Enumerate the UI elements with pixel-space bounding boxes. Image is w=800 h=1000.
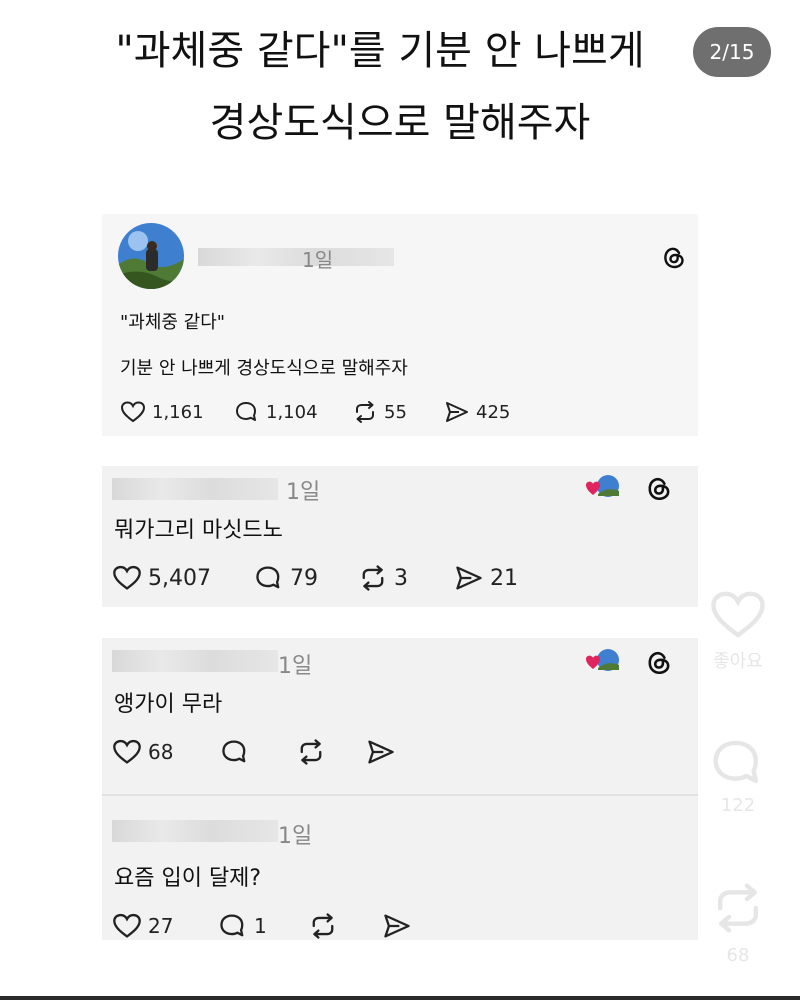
reply-card: 1일 앵가이 무라 68 1일 요즘 입이 달제? 27 1 xyxy=(102,638,698,940)
repost-button[interactable]: 3 xyxy=(358,564,408,592)
comment-icon xyxy=(256,566,280,589)
reply-text: 앵가이 무라 xyxy=(114,692,223,717)
heart-icon xyxy=(711,591,765,638)
reply-text: 뭐가그리 마싯드노 xyxy=(114,518,283,543)
repost-icon xyxy=(717,883,759,933)
repost-icon xyxy=(300,739,322,765)
reply-time: 1일 xyxy=(278,654,313,679)
like-count: 68 xyxy=(148,740,174,764)
side-comment-count: 122 xyxy=(720,795,756,816)
comment-icon xyxy=(713,740,759,784)
bottom-divider xyxy=(0,996,800,1000)
divider xyxy=(102,794,698,796)
post-time: 1일 xyxy=(302,248,334,272)
send-icon xyxy=(446,402,468,422)
repost-button[interactable] xyxy=(308,912,338,940)
repost-button[interactable]: 55 xyxy=(352,400,407,424)
comment-icon xyxy=(222,740,246,763)
like-button[interactable]: 1,161 xyxy=(120,400,204,424)
comment-count: 1 xyxy=(254,914,267,938)
like-button[interactable]: 5,407 xyxy=(112,564,211,592)
page-title-line1: "과체중 같다"를 기분 안 나쁘게 xyxy=(115,28,645,74)
threads-icon[interactable] xyxy=(646,474,672,506)
comment-button[interactable]: 79 xyxy=(254,564,318,592)
repost-icon xyxy=(356,401,374,423)
username-redacted xyxy=(112,650,278,672)
side-like-button[interactable]: 좋아요 xyxy=(708,588,768,673)
like-button[interactable]: 68 xyxy=(112,738,173,766)
comment-count: 79 xyxy=(290,565,318,591)
share-count: 425 xyxy=(476,401,511,423)
post-body: 기분 안 나쁘게 경상도식으로 말해주자 xyxy=(120,358,408,379)
share-button[interactable] xyxy=(366,738,396,766)
comment-icon xyxy=(236,402,256,421)
repost-button[interactable] xyxy=(296,738,326,766)
share-button[interactable]: 21 xyxy=(454,564,518,592)
reply-time: 1일 xyxy=(278,824,313,849)
repost-count: 3 xyxy=(394,565,408,591)
heart-icon xyxy=(113,913,141,938)
repost-icon xyxy=(362,565,384,591)
avatar[interactable] xyxy=(118,223,184,289)
send-icon xyxy=(456,566,482,590)
like-button[interactable]: 27 xyxy=(112,912,173,940)
side-repost-button[interactable]: 68 xyxy=(708,876,768,966)
share-button[interactable] xyxy=(382,912,412,940)
like-count: 27 xyxy=(148,914,174,938)
side-like-label: 좋아요 xyxy=(713,651,763,672)
username-redacted xyxy=(112,478,278,500)
comment-count: 1,104 xyxy=(266,401,318,423)
like-count: 5,407 xyxy=(148,565,211,591)
threads-icon[interactable] xyxy=(646,648,672,680)
page-title-line2: 경상도식으로 말해주자 xyxy=(209,100,591,146)
share-count: 21 xyxy=(490,565,518,591)
reply-card: 1일 뭐가그리 마싯드노 5,407 79 3 21 xyxy=(102,466,698,607)
heart-icon xyxy=(113,739,141,764)
comment-icon xyxy=(220,914,244,937)
username-redacted xyxy=(112,820,278,842)
side-repost-count: 68 xyxy=(726,945,750,966)
heart-icon xyxy=(113,565,141,590)
comment-button[interactable] xyxy=(220,738,250,766)
author-liked-badge xyxy=(586,648,620,672)
repost-icon xyxy=(312,913,334,939)
share-button[interactable]: 425 xyxy=(444,400,510,424)
heart-icon xyxy=(120,401,146,423)
username-redacted xyxy=(198,248,394,266)
threads-icon[interactable] xyxy=(662,244,686,274)
side-comment-button[interactable]: 122 xyxy=(708,736,768,816)
send-icon xyxy=(368,740,394,764)
page-indicator: 2/15 xyxy=(693,27,771,77)
reply-text: 요즘 입이 달제? xyxy=(114,866,262,891)
send-icon xyxy=(384,914,410,938)
post-card: 1일 "과체중 같다" 기분 안 나쁘게 경상도식으로 말해주자 1,161 1… xyxy=(102,214,698,436)
comment-button[interactable]: 1,104 xyxy=(234,400,318,424)
reply-time: 1일 xyxy=(286,480,321,505)
like-count: 1,161 xyxy=(152,401,204,423)
comment-button[interactable]: 1 xyxy=(218,912,267,940)
author-liked-badge xyxy=(586,474,620,498)
post-quote: "과체중 같다" xyxy=(120,312,226,333)
repost-count: 55 xyxy=(384,401,407,423)
